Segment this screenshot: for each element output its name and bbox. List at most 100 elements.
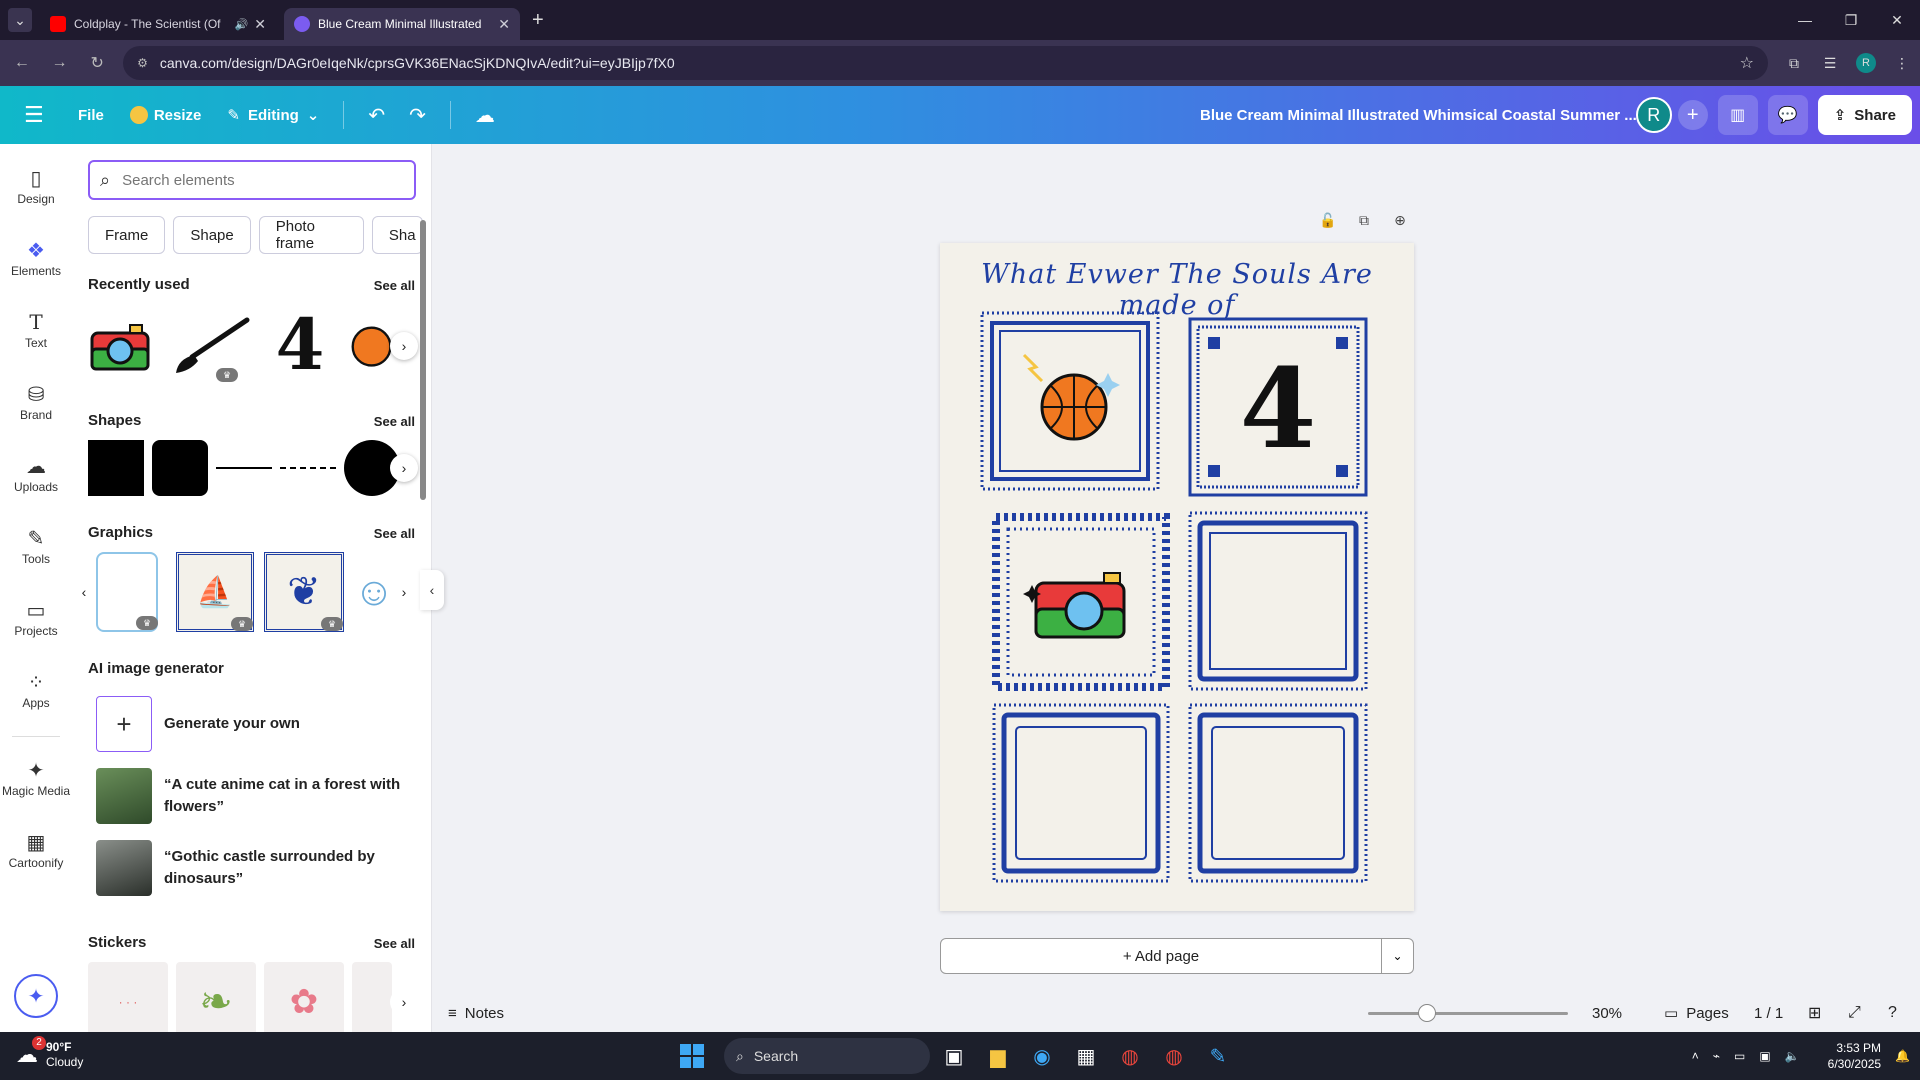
- file-button[interactable]: File: [78, 107, 104, 124]
- ai-prompt-castle[interactable]: “Gothic castle surrounded by dinosaurs”: [96, 840, 404, 896]
- restore-icon[interactable]: ❐: [1828, 0, 1874, 40]
- user-avatar[interactable]: R: [1635, 97, 1672, 133]
- clock[interactable]: 3:53 PM 6/30/2025: [1814, 1040, 1881, 1072]
- notes-button[interactable]: ≡ Notes: [448, 1005, 504, 1022]
- camera-sticker-thumb[interactable]: [86, 310, 156, 380]
- flower-vase-sticker[interactable]: ✿: [264, 962, 344, 1032]
- menu-icon[interactable]: ☰: [24, 102, 52, 128]
- graphics-scroll-right-icon[interactable]: ›: [390, 578, 418, 606]
- back-icon[interactable]: ←: [6, 47, 38, 79]
- notifications-icon[interactable]: 🔔: [1895, 1049, 1910, 1063]
- frame-camera[interactable]: [992, 513, 1170, 691]
- chip-photo-frame[interactable]: Photo frame: [258, 216, 364, 254]
- rail-item-apps[interactable]: ⁘ Apps: [0, 670, 72, 710]
- site-info-icon[interactable]: ⚙: [137, 56, 148, 70]
- browser-tab-youtube[interactable]: Coldplay - The Scientist (Of 🔊 ✕: [40, 8, 276, 40]
- magic-assistant-button[interactable]: ✦: [14, 974, 58, 1018]
- collapse-panel-button[interactable]: ‹: [420, 570, 444, 610]
- rail-item-cartoonify[interactable]: ▦ Cartoonify: [0, 830, 72, 870]
- resize-button[interactable]: Resize: [129, 106, 201, 124]
- number-four-thumb[interactable]: 4: [268, 303, 332, 386]
- rounded-square-shape[interactable]: [152, 440, 208, 496]
- search-box[interactable]: ⌕: [88, 160, 416, 200]
- chip-shape[interactable]: Shape: [173, 216, 251, 254]
- search-input[interactable]: [122, 171, 383, 189]
- share-button[interactable]: ⇪ Share: [1817, 95, 1912, 135]
- task-view-icon[interactable]: ▣: [934, 1038, 974, 1074]
- add-page-dropdown[interactable]: ⌄: [1382, 938, 1414, 974]
- help-icon[interactable]: ?: [1888, 1004, 1897, 1022]
- sailboat-tile-graphic[interactable]: ⛵ ♛: [176, 552, 254, 632]
- wavy-frame-graphic[interactable]: ♛: [96, 552, 158, 632]
- graphics-see-all[interactable]: See all: [374, 526, 415, 541]
- extensions-icon[interactable]: ⧉: [1776, 55, 1812, 72]
- rail-item-uploads[interactable]: ☁ Uploads: [0, 454, 72, 494]
- rail-item-tools[interactable]: ✎ Tools: [0, 526, 72, 566]
- media-icon[interactable]: ☰: [1812, 55, 1848, 72]
- duplicate-page-icon[interactable]: ⧉: [1352, 212, 1376, 229]
- document-title[interactable]: Blue Cream Minimal Illustrated Whimsical…: [1200, 86, 1637, 144]
- stickers-see-all[interactable]: See all: [374, 936, 415, 951]
- line-shape[interactable]: [216, 467, 272, 469]
- monitor-icon[interactable]: ▣: [1759, 1049, 1770, 1063]
- speaker-icon[interactable]: 🔊: [235, 18, 249, 31]
- grid-view-icon[interactable]: ⊞: [1808, 1003, 1821, 1023]
- new-tab-icon[interactable]: +: [532, 9, 544, 32]
- chip-shadow[interactable]: Sha: [371, 216, 423, 254]
- frame-number-four[interactable]: 4: [1188, 317, 1368, 497]
- rail-item-elements[interactable]: ❖ Elements: [0, 238, 72, 278]
- chip-frame[interactable]: Frame: [88, 216, 166, 254]
- frame-empty-3[interactable]: [1188, 703, 1368, 883]
- lock-icon[interactable]: 🔓: [1316, 212, 1340, 229]
- editing-mode-button[interactable]: ✎ Editing ⌄: [227, 106, 319, 125]
- dashed-line-shape[interactable]: [280, 467, 336, 469]
- more-menu-icon[interactable]: ⋮: [1884, 55, 1920, 72]
- rail-item-magic-media[interactable]: ✦ Magic Media: [0, 758, 72, 798]
- generate-own-row[interactable]: + Generate your own: [96, 696, 300, 752]
- line-art-graphic[interactable]: ☺: [354, 552, 394, 632]
- cloud-saved-icon[interactable]: ☁: [475, 103, 495, 128]
- zoom-slider-track[interactable]: [1368, 1012, 1568, 1015]
- shapes-scroll-right-icon[interactable]: ›: [390, 454, 418, 482]
- windows-start-icon[interactable]: [680, 1044, 704, 1068]
- invite-plus-icon[interactable]: +: [1677, 100, 1708, 130]
- dots-sticker[interactable]: · · ·: [88, 962, 168, 1032]
- frame-empty-1[interactable]: [1188, 511, 1368, 691]
- insights-icon[interactable]: ▥: [1717, 95, 1758, 135]
- plant-sticker[interactable]: ❧: [176, 962, 256, 1032]
- panel-scrollbar[interactable]: [420, 220, 426, 500]
- shapes-see-all[interactable]: See all: [374, 414, 415, 429]
- taskbar-search[interactable]: ⌕ Search: [724, 1038, 930, 1074]
- add-page-button[interactable]: + Add page: [940, 938, 1382, 974]
- chevron-up-icon[interactable]: ˄: [1692, 1049, 1699, 1063]
- url-field[interactable]: ⚙ canva.com/design/DAGr0eIqeNk/cprsGVK36…: [123, 46, 1768, 80]
- rail-item-text[interactable]: T Text: [0, 310, 72, 350]
- close-window-icon[interactable]: ✕: [1874, 0, 1920, 40]
- volume-icon[interactable]: 🔈: [1785, 1049, 1800, 1063]
- reload-icon[interactable]: ↻: [81, 47, 113, 79]
- recent-scroll-right-icon[interactable]: ›: [390, 332, 418, 360]
- fullscreen-icon[interactable]: ⤢: [1848, 1004, 1861, 1022]
- square-shape[interactable]: [88, 440, 144, 496]
- file-explorer-icon[interactable]: ▆: [978, 1038, 1018, 1074]
- paint-app-icon[interactable]: ✎: [1198, 1038, 1238, 1074]
- undo-icon[interactable]: ↶: [368, 103, 385, 128]
- add-page-icon[interactable]: ⊕: [1388, 212, 1412, 229]
- close-tab-icon[interactable]: ✕: [498, 16, 510, 33]
- frame-empty-2[interactable]: [992, 703, 1170, 883]
- display-icon[interactable]: ▭: [1734, 1049, 1745, 1063]
- weather-widget[interactable]: ☁ 2 90°F Cloudy: [16, 1036, 83, 1070]
- store-icon[interactable]: ▦: [1066, 1038, 1106, 1074]
- minimize-icon[interactable]: —: [1782, 0, 1828, 40]
- browser-tab-canva[interactable]: Blue Cream Minimal Illustrated ✕: [284, 8, 520, 40]
- edge-icon[interactable]: ◉: [1022, 1038, 1062, 1074]
- rail-item-design[interactable]: ▯ Design: [0, 166, 72, 206]
- more-sticker[interactable]: [352, 962, 392, 1032]
- basketball-thumb[interactable]: [348, 310, 392, 380]
- network-icon[interactable]: ⌁: [1713, 1049, 1720, 1063]
- paintbrush-sticker-thumb[interactable]: ♛: [172, 310, 252, 382]
- frame-basketball[interactable]: [980, 311, 1160, 491]
- zoom-percentage[interactable]: 30%: [1592, 1005, 1622, 1022]
- chrome-icon[interactable]: ◍: [1110, 1038, 1150, 1074]
- pages-button[interactable]: ▭ Pages: [1664, 1004, 1729, 1023]
